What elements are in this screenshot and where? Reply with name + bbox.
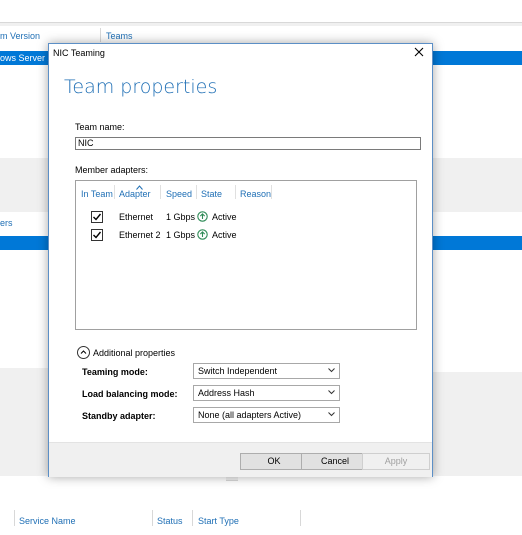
ok-button[interactable]: OK [240,453,308,470]
standby-adapter-select[interactable]: None (all adapters Active) [193,407,340,423]
dialog-titlebar[interactable]: NIC Teaming [49,44,432,64]
standby-adapter-value: None (all adapters Active) [198,410,302,420]
column-separator [160,185,161,199]
active-status-icon [197,211,208,222]
team-name-label: Team name: [75,122,125,132]
column-separator [114,185,115,199]
background-top-panel [0,0,522,23]
close-icon[interactable] [414,46,424,60]
cancel-button[interactable]: Cancel [301,453,369,470]
bg-column-version[interactable]: m Version [0,31,40,41]
bg-column-status[interactable]: Status [157,516,183,526]
load-balancing-select[interactable]: Address Hash [193,385,340,401]
chevron-down-icon [328,390,335,395]
bg-column-start-type[interactable]: Start Type [198,516,239,526]
column-speed[interactable]: Speed [166,189,192,199]
bg-column-teams[interactable]: Teams [106,31,133,41]
bg-bottom-separator-4 [300,510,301,526]
in-team-checkbox[interactable] [91,229,103,241]
background-bottom-split [0,476,226,500]
additional-properties-toggle[interactable]: Additional properties [93,348,175,358]
column-state[interactable]: State [201,189,222,199]
column-reason[interactable]: Reason [240,189,271,199]
member-adapters-label: Member adapters: [75,165,149,175]
bg-bottom-separator-2 [152,510,153,526]
sort-ascending-icon [136,182,143,192]
load-balancing-label: Load balancing mode: [82,389,178,399]
bg-bottom-separator-3 [192,510,193,526]
adapter-speed: 1 Gbps [166,230,196,240]
table-row[interactable]: Ethernet 2 1 Gbps Active [76,227,416,243]
column-in-team[interactable]: In Team [81,189,113,199]
teaming-mode-label: Teaming mode: [82,367,148,377]
in-team-checkbox[interactable] [91,211,103,223]
nic-teaming-dialog: NIC Teaming Team properties Team name: N… [48,43,433,477]
chevron-up-icon[interactable] [77,346,90,359]
table-row[interactable]: Ethernet 1 Gbps Active [76,209,416,225]
adapter-state: Active [212,212,237,222]
column-separator [271,185,272,199]
column-separator [196,185,197,199]
bg-left-selected-row[interactable] [0,236,48,250]
teaming-mode-value: Switch Independent [198,366,278,376]
chevron-down-icon [328,412,335,417]
page-title: Team properties [64,76,218,98]
column-adapter[interactable]: Adapter [119,189,151,199]
bg-right-selected-row[interactable] [432,236,522,250]
dialog-footer: OK Cancel Apply [49,442,432,477]
adapter-name: Ethernet [119,212,154,222]
apply-button[interactable]: Apply [362,453,430,470]
member-adapters-list[interactable]: In Team Adapter Speed State Reason Ether… [75,180,417,330]
load-balancing-value: Address Hash [198,388,255,398]
adapter-name: Ethernet 2 [119,230,161,240]
adapter-speed: 1 Gbps [166,212,196,222]
adapter-state: Active [212,230,237,240]
teaming-mode-select[interactable]: Switch Independent [193,363,340,379]
bg-column-separator [100,28,101,42]
team-name-input[interactable]: NIC [75,137,421,150]
bg-column-service-name[interactable]: Service Name [19,516,76,526]
active-status-icon [197,229,208,240]
bg-left-tab[interactable]: ers [0,218,13,228]
dialog-title: NIC Teaming [53,48,105,58]
column-separator [235,185,236,199]
bg-bottom-separator [14,510,15,526]
chevron-down-icon [328,368,335,373]
standby-adapter-label: Standby adapter: [82,411,156,421]
background-bottom-split-right [238,476,522,500]
